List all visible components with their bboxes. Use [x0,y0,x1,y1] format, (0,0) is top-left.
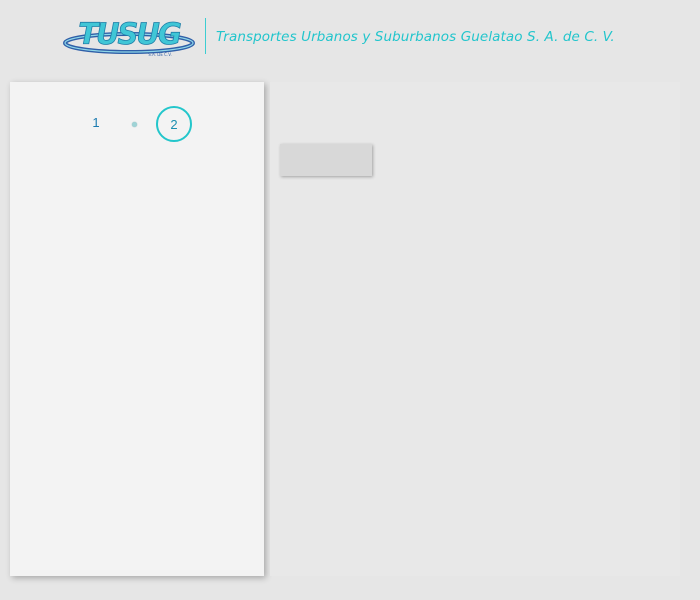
company-logo[interactable]: TUSUG S.A. DE C.V. [60,14,198,58]
step-1[interactable]: 1 [88,115,104,130]
step-2-active[interactable]: 2 [156,106,192,142]
logo-wordmark: TUSUG [78,17,181,51]
header: TUSUG S.A. DE C.V. Transportes Urbanos y… [0,0,700,78]
step-separator-dot [132,122,137,127]
step-2-label: 2 [170,116,178,132]
stepper: 1 2 [10,106,264,144]
company-name: Transportes Urbanos y Suburbanos Guelata… [216,29,615,45]
main-action-button[interactable] [280,144,372,176]
sidebar-panel: 1 2 [10,82,264,576]
page: TUSUG S.A. DE C.V. Transportes Urbanos y… [0,0,700,600]
header-divider [205,18,206,54]
main-panel [270,82,680,576]
logo-subtext: S.A. DE C.V. [148,52,171,57]
